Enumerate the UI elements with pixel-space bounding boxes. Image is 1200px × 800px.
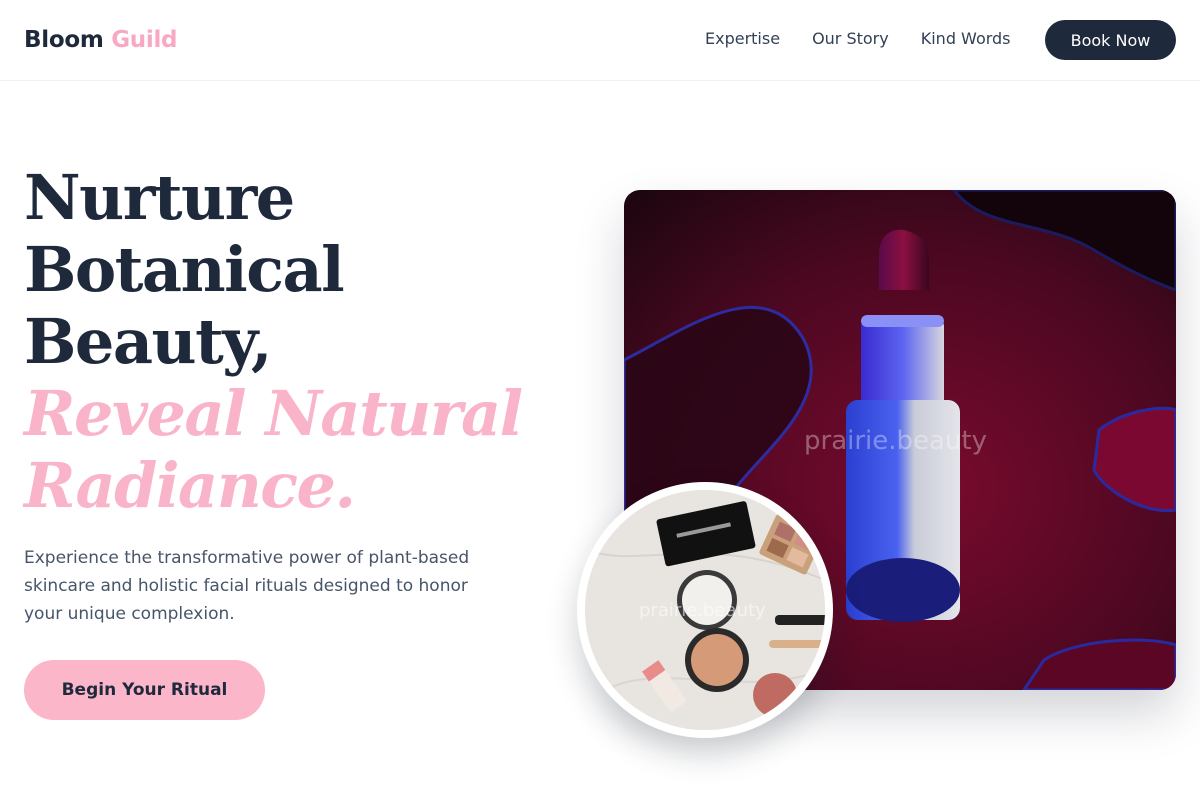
headline-accent-line-1: Reveal Natural — [24, 377, 523, 450]
book-now-button[interactable]: Book Now — [1045, 20, 1176, 60]
brand-name-second: Guild — [111, 27, 178, 53]
headline-line-3: Beauty, — [24, 305, 272, 378]
headline-accent-line-2: Radiance. — [24, 449, 356, 522]
main-nav: Expertise Our Story Kind Words — [705, 27, 1011, 51]
begin-ritual-button[interactable]: Begin Your Ritual — [24, 660, 265, 720]
makeup-flatlay-image: prairie.beauty — [577, 482, 833, 738]
hero-headline: Nurture Botanical Beauty, Reveal Natural… — [24, 162, 544, 522]
main-image-watermark: prairie.beauty — [804, 426, 988, 456]
hero-description: Experience the transformative power of p… — [24, 548, 470, 624]
headline-line-2: Botanical — [24, 233, 345, 306]
nav-link-expertise[interactable]: Expertise — [705, 27, 780, 51]
secondary-image-watermark: prairie.beauty — [639, 600, 766, 621]
site-header: Bloom Guild Expertise Our Story Kind Wor… — [0, 0, 1200, 81]
brand-name-first: Bloom — [24, 27, 104, 53]
nav-link-kind-words[interactable]: Kind Words — [921, 27, 1011, 51]
nav-link-our-story[interactable]: Our Story — [812, 27, 889, 51]
headline-line-1: Nurture — [24, 161, 295, 234]
brand-logo[interactable]: Bloom Guild — [24, 24, 177, 56]
